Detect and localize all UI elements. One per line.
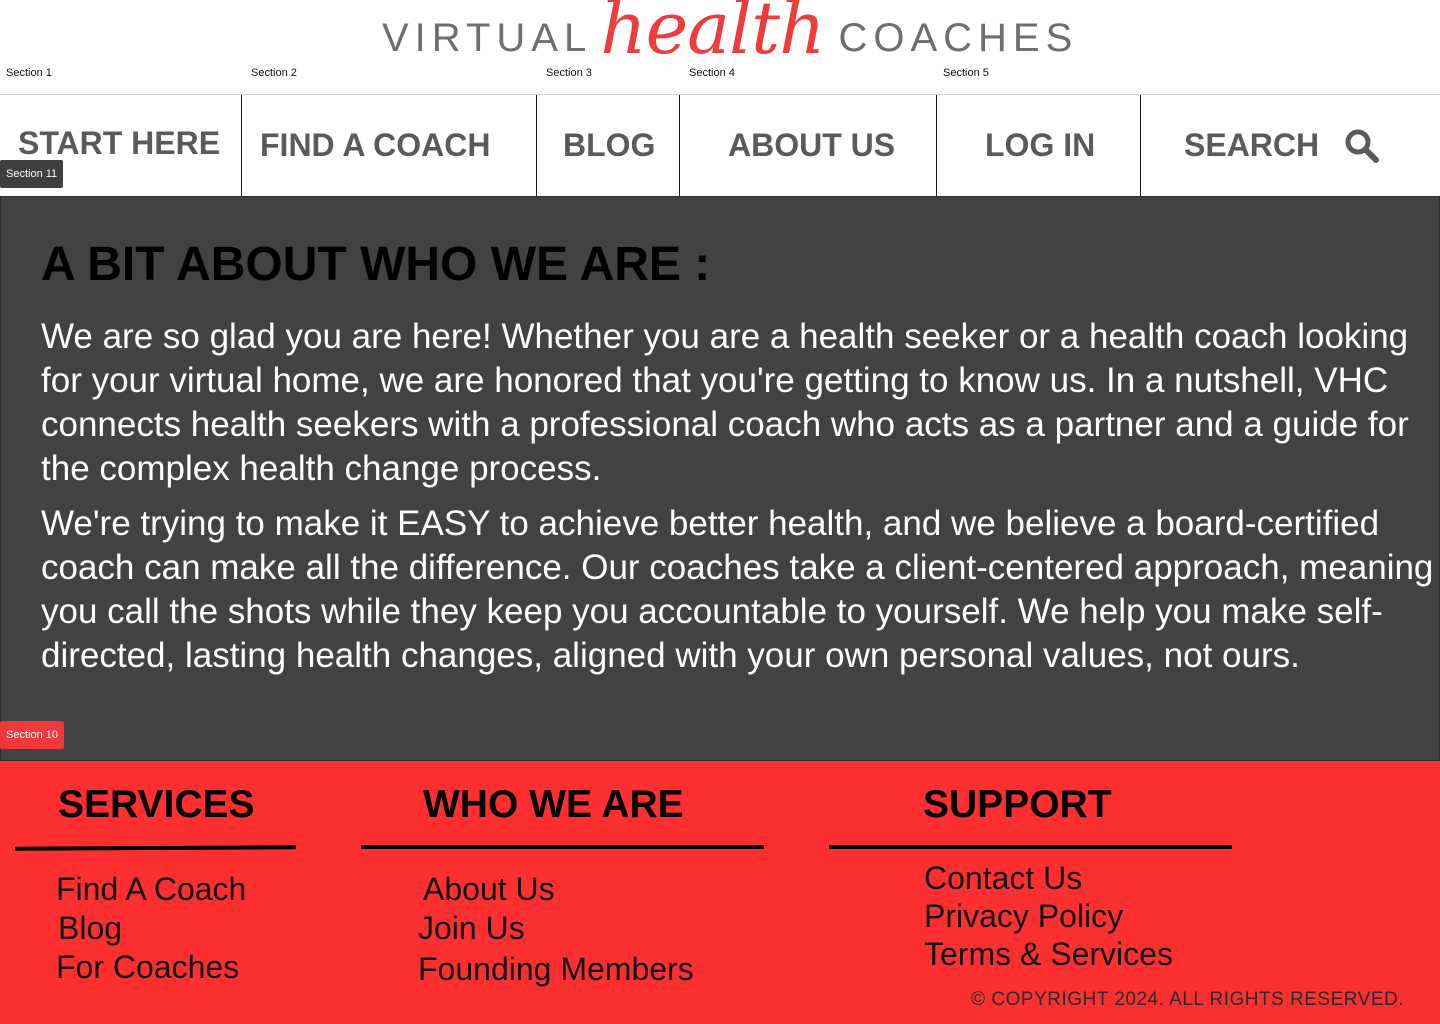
section-label-1: Section 1 bbox=[6, 67, 52, 79]
footer-link-founding-members[interactable]: Founding Members bbox=[418, 951, 694, 988]
footer-link-contact-us[interactable]: Contact Us bbox=[924, 860, 1082, 897]
footer-support-title: SUPPORT bbox=[923, 783, 1112, 826]
nav-search-label: SEARCH bbox=[1184, 127, 1320, 163]
search-icon[interactable] bbox=[1345, 129, 1380, 163]
section-10-tag: Section 10 bbox=[0, 721, 64, 749]
about-section: A BIT ABOUT WHO WE ARE : We are so glad … bbox=[0, 196, 1440, 761]
section-label-2: Section 2 bbox=[251, 67, 297, 79]
nav-search[interactable]: SEARCH bbox=[1140, 95, 1440, 196]
logo-word-coaches: COACHES bbox=[838, 16, 1079, 60]
footer-who-title: WHO WE ARE bbox=[423, 783, 684, 826]
site-footer: SERVICES Find A Coach Blog For Coaches W… bbox=[0, 761, 1440, 1024]
footer-who-rule bbox=[361, 845, 764, 849]
about-paragraph-1: We are so glad you are here! Whether you… bbox=[41, 317, 1409, 488]
nav-find-a-coach[interactable]: FIND A COACH bbox=[241, 95, 537, 196]
footer-services-rule bbox=[14, 845, 297, 851]
logo-word-health: health bbox=[600, 0, 825, 70]
footer-link-find-a-coach[interactable]: Find A Coach bbox=[56, 871, 246, 908]
section-label-4: Section 4 bbox=[689, 67, 735, 79]
about-paragraph-2: We're trying to make it EASY to achieve … bbox=[41, 504, 1434, 675]
footer-link-join-us[interactable]: Join Us bbox=[418, 910, 525, 947]
logo-word-virtual: VIRTUAL bbox=[382, 16, 593, 60]
section-11-tag: Section 11 bbox=[0, 160, 64, 188]
site-header: VIRTUAL health COACHES Section 1 Section… bbox=[0, 0, 1440, 95]
footer-link-terms-services[interactable]: Terms & Services bbox=[924, 936, 1173, 973]
about-title: A BIT ABOUT WHO WE ARE : bbox=[41, 238, 711, 291]
copyright-notice: © COPYRIGHT 2024. ALL RIGHTS RESERVED. bbox=[971, 989, 1404, 1010]
footer-link-blog[interactable]: Blog bbox=[58, 910, 122, 947]
nav-blog[interactable]: BLOG bbox=[536, 95, 680, 196]
footer-services-title: SERVICES bbox=[58, 783, 255, 826]
footer-support-rule bbox=[829, 845, 1232, 849]
section-label-3: Section 3 bbox=[546, 67, 592, 79]
footer-link-about-us[interactable]: About Us bbox=[423, 871, 555, 908]
nav-about-us[interactable]: ABOUT US bbox=[679, 95, 937, 196]
nav-log-in[interactable]: LOG IN bbox=[936, 95, 1141, 196]
section-label-5: Section 5 bbox=[943, 67, 989, 79]
main-nav: START HERE FIND A COACH BLOG ABOUT US LO… bbox=[0, 95, 1440, 196]
footer-link-for-coaches[interactable]: For Coaches bbox=[56, 949, 239, 986]
footer-link-privacy-policy[interactable]: Privacy Policy bbox=[924, 898, 1123, 935]
